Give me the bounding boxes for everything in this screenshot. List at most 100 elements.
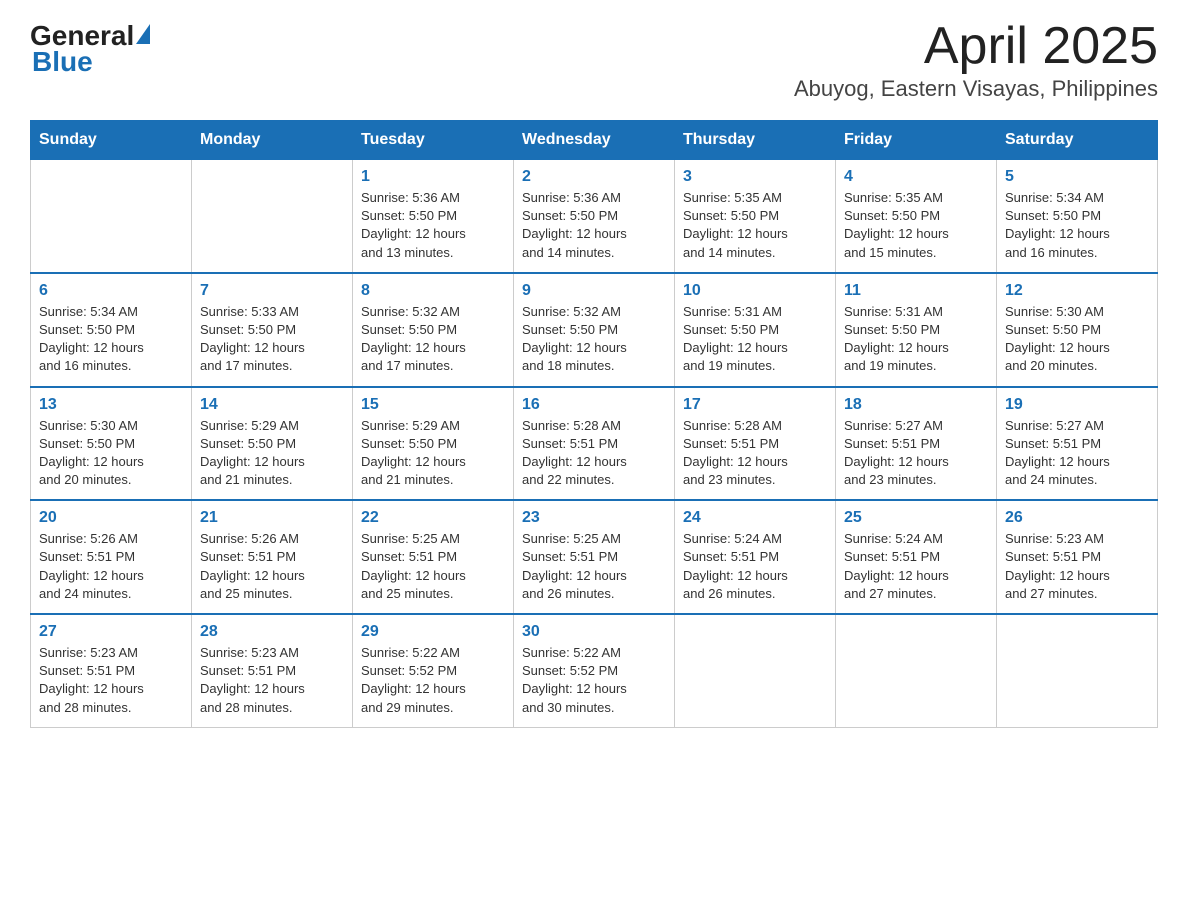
calendar-day-header: Sunday <box>31 121 192 160</box>
day-info: Sunrise: 5:36 AM Sunset: 5:50 PM Dayligh… <box>522 189 666 262</box>
day-info: Sunrise: 5:23 AM Sunset: 5:51 PM Dayligh… <box>1005 530 1149 603</box>
day-info: Sunrise: 5:24 AM Sunset: 5:51 PM Dayligh… <box>844 530 988 603</box>
calendar-cell: 7 Sunrise: 5:33 AM Sunset: 5:50 PM Daylig… <box>192 273 353 387</box>
day-info: Sunrise: 5:26 AM Sunset: 5:51 PM Dayligh… <box>200 530 344 603</box>
calendar-cell: 29 Sunrise: 5:22 AM Sunset: 5:52 PM Dayli… <box>353 614 514 727</box>
day-number: 18 <box>844 396 988 414</box>
calendar-cell: 23 Sunrise: 5:25 AM Sunset: 5:51 PM Dayli… <box>514 500 675 614</box>
calendar-header-row: SundayMondayTuesdayWednesdayThursdayFrid… <box>31 121 1158 160</box>
day-number: 28 <box>200 623 344 641</box>
calendar-week-row: 1 Sunrise: 5:36 AM Sunset: 5:50 PM Daylig… <box>31 160 1158 273</box>
day-number: 9 <box>522 282 666 300</box>
day-number: 7 <box>200 282 344 300</box>
day-number: 8 <box>361 282 505 300</box>
title-block: April 2025 Abuyog, Eastern Visayas, Phil… <box>794 20 1158 102</box>
day-info: Sunrise: 5:30 AM Sunset: 5:50 PM Dayligh… <box>39 417 183 490</box>
day-number: 1 <box>361 168 505 186</box>
logo-triangle-icon <box>136 24 150 44</box>
day-number: 22 <box>361 509 505 527</box>
day-number: 24 <box>683 509 827 527</box>
calendar-cell: 21 Sunrise: 5:26 AM Sunset: 5:51 PM Dayli… <box>192 500 353 614</box>
calendar-week-row: 13 Sunrise: 5:30 AM Sunset: 5:50 PM Dayli… <box>31 387 1158 501</box>
day-number: 21 <box>200 509 344 527</box>
calendar-cell: 30 Sunrise: 5:22 AM Sunset: 5:52 PM Dayli… <box>514 614 675 727</box>
day-number: 20 <box>39 509 183 527</box>
calendar-cell: 1Sunrise: 5:36 AM Sunset: 5:50 PM Daylig… <box>353 160 514 273</box>
day-info: Sunrise: 5:23 AM Sunset: 5:51 PM Dayligh… <box>39 644 183 717</box>
day-info: Sunrise: 5:22 AM Sunset: 5:52 PM Dayligh… <box>522 644 666 717</box>
day-number: 4 <box>844 168 988 186</box>
calendar-week-row: 6Sunrise: 5:34 AM Sunset: 5:50 PM Daylig… <box>31 273 1158 387</box>
calendar-cell: 17 Sunrise: 5:28 AM Sunset: 5:51 PM Dayli… <box>675 387 836 501</box>
day-info: Sunrise: 5:28 AM Sunset: 5:51 PM Dayligh… <box>683 417 827 490</box>
calendar-cell: 26 Sunrise: 5:23 AM Sunset: 5:51 PM Dayli… <box>997 500 1158 614</box>
day-number: 5 <box>1005 168 1149 186</box>
calendar-cell: 2 Sunrise: 5:36 AM Sunset: 5:50 PM Daylig… <box>514 160 675 273</box>
day-info: Sunrise: 5:35 AM Sunset: 5:50 PM Dayligh… <box>683 189 827 262</box>
day-info: Sunrise: 5:31 AM Sunset: 5:50 PM Dayligh… <box>683 303 827 376</box>
day-number: 11 <box>844 282 988 300</box>
calendar-cell: 14 Sunrise: 5:29 AM Sunset: 5:50 PM Dayli… <box>192 387 353 501</box>
day-info: Sunrise: 5:35 AM Sunset: 5:50 PM Dayligh… <box>844 189 988 262</box>
calendar-cell: 4 Sunrise: 5:35 AM Sunset: 5:50 PM Daylig… <box>836 160 997 273</box>
day-number: 16 <box>522 396 666 414</box>
day-number: 26 <box>1005 509 1149 527</box>
day-info: Sunrise: 5:31 AM Sunset: 5:50 PM Dayligh… <box>844 303 988 376</box>
day-info: Sunrise: 5:22 AM Sunset: 5:52 PM Dayligh… <box>361 644 505 717</box>
calendar-table: SundayMondayTuesdayWednesdayThursdayFrid… <box>30 120 1158 728</box>
page-header: General Blue April 2025 Abuyog, Eastern … <box>30 20 1158 102</box>
calendar-day-header: Wednesday <box>514 121 675 160</box>
day-number: 19 <box>1005 396 1149 414</box>
calendar-week-row: 27 Sunrise: 5:23 AM Sunset: 5:51 PM Dayli… <box>31 614 1158 727</box>
calendar-cell <box>31 160 192 273</box>
logo-text-blue: Blue <box>32 46 93 78</box>
calendar-day-header: Tuesday <box>353 121 514 160</box>
page-title: April 2025 <box>794 20 1158 72</box>
day-number: 23 <box>522 509 666 527</box>
day-number: 17 <box>683 396 827 414</box>
day-info: Sunrise: 5:24 AM Sunset: 5:51 PM Dayligh… <box>683 530 827 603</box>
day-number: 30 <box>522 623 666 641</box>
calendar-cell: 10Sunrise: 5:31 AM Sunset: 5:50 PM Dayli… <box>675 273 836 387</box>
day-info: Sunrise: 5:27 AM Sunset: 5:51 PM Dayligh… <box>1005 417 1149 490</box>
day-number: 27 <box>39 623 183 641</box>
calendar-cell: 8 Sunrise: 5:32 AM Sunset: 5:50 PM Daylig… <box>353 273 514 387</box>
day-info: Sunrise: 5:28 AM Sunset: 5:51 PM Dayligh… <box>522 417 666 490</box>
calendar-cell: 15 Sunrise: 5:29 AM Sunset: 5:50 PM Dayli… <box>353 387 514 501</box>
day-number: 3 <box>683 168 827 186</box>
calendar-cell: 19 Sunrise: 5:27 AM Sunset: 5:51 PM Dayli… <box>997 387 1158 501</box>
day-info: Sunrise: 5:33 AM Sunset: 5:50 PM Dayligh… <box>200 303 344 376</box>
calendar-cell: 16 Sunrise: 5:28 AM Sunset: 5:51 PM Dayli… <box>514 387 675 501</box>
calendar-cell: 20Sunrise: 5:26 AM Sunset: 5:51 PM Dayli… <box>31 500 192 614</box>
calendar-cell: 6Sunrise: 5:34 AM Sunset: 5:50 PM Daylig… <box>31 273 192 387</box>
day-info: Sunrise: 5:29 AM Sunset: 5:50 PM Dayligh… <box>200 417 344 490</box>
calendar-cell: 3 Sunrise: 5:35 AM Sunset: 5:50 PM Daylig… <box>675 160 836 273</box>
calendar-cell <box>192 160 353 273</box>
calendar-cell: 13 Sunrise: 5:30 AM Sunset: 5:50 PM Dayli… <box>31 387 192 501</box>
day-info: Sunrise: 5:30 AM Sunset: 5:50 PM Dayligh… <box>1005 303 1149 376</box>
day-number: 2 <box>522 168 666 186</box>
calendar-cell <box>997 614 1158 727</box>
day-info: Sunrise: 5:25 AM Sunset: 5:51 PM Dayligh… <box>361 530 505 603</box>
calendar-cell: 24 Sunrise: 5:24 AM Sunset: 5:51 PM Dayli… <box>675 500 836 614</box>
day-number: 29 <box>361 623 505 641</box>
calendar-cell: 5 Sunrise: 5:34 AM Sunset: 5:50 PM Daylig… <box>997 160 1158 273</box>
day-info: Sunrise: 5:32 AM Sunset: 5:50 PM Dayligh… <box>361 303 505 376</box>
calendar-cell: 28Sunrise: 5:23 AM Sunset: 5:51 PM Dayli… <box>192 614 353 727</box>
day-number: 14 <box>200 396 344 414</box>
day-info: Sunrise: 5:34 AM Sunset: 5:50 PM Dayligh… <box>1005 189 1149 262</box>
logo: General Blue <box>30 20 150 78</box>
calendar-cell: 11 Sunrise: 5:31 AM Sunset: 5:50 PM Dayli… <box>836 273 997 387</box>
day-number: 13 <box>39 396 183 414</box>
calendar-day-header: Thursday <box>675 121 836 160</box>
page-subtitle: Abuyog, Eastern Visayas, Philippines <box>794 76 1158 102</box>
calendar-cell: 18Sunrise: 5:27 AM Sunset: 5:51 PM Dayli… <box>836 387 997 501</box>
day-info: Sunrise: 5:25 AM Sunset: 5:51 PM Dayligh… <box>522 530 666 603</box>
calendar-cell: 22 Sunrise: 5:25 AM Sunset: 5:51 PM Dayli… <box>353 500 514 614</box>
calendar-cell <box>836 614 997 727</box>
calendar-day-header: Friday <box>836 121 997 160</box>
day-info: Sunrise: 5:29 AM Sunset: 5:50 PM Dayligh… <box>361 417 505 490</box>
calendar-day-header: Monday <box>192 121 353 160</box>
day-number: 15 <box>361 396 505 414</box>
day-info: Sunrise: 5:34 AM Sunset: 5:50 PM Dayligh… <box>39 303 183 376</box>
